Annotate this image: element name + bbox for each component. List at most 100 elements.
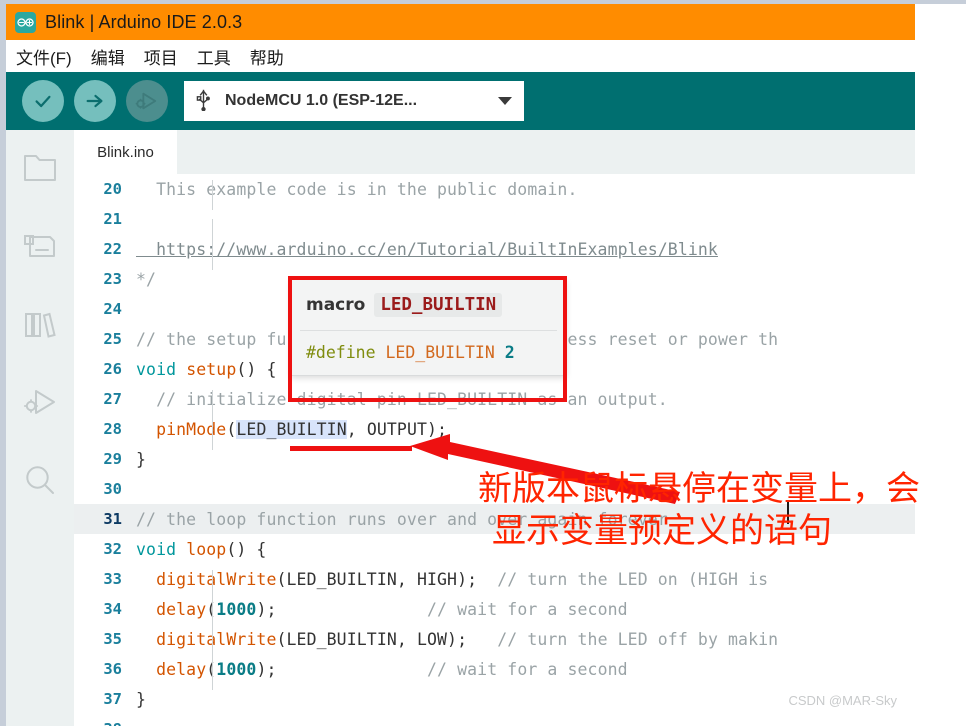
sidebar-item-sketchbook[interactable] [18,146,62,190]
sidebar-item-search[interactable] [18,458,62,502]
menu-help[interactable]: 帮助 [250,44,284,69]
code-token: https://www.arduino.cc/en/Tutorial/Built… [136,239,718,259]
code-line[interactable]: 22 https://www.arduino.cc/en/Tutorial/Bu… [74,234,915,270]
code-line[interactable]: 20 This example code is in the public do… [74,174,915,210]
board-manager-icon [23,232,57,260]
editor-tab-bar: Blink.ino [74,130,915,174]
code-token: delay [156,599,207,619]
code-line[interactable]: 34 delay(1000); // wait for a second [74,594,915,630]
code-line[interactable]: 28 pinMode(LED_BUILTIN, OUTPUT); [74,414,915,450]
tooltip-space-1 [376,343,386,362]
code-token: () { [236,359,277,379]
code-token: delay [156,659,207,679]
tab-blink-ino[interactable]: Blink.ino [74,130,177,174]
menu-tools[interactable]: 工具 [197,44,231,69]
code-line[interactable]: 33 digitalWrite(LED_BUILTIN, HIGH); // t… [74,564,915,600]
activity-bar [6,130,74,726]
line-number: 23 [103,270,122,288]
code-token: void [136,359,177,379]
code-line[interactable]: 27 // initialize digital pin LED_BUILTIN… [74,384,915,420]
arduino-infinity-logo-icon [15,11,36,33]
menu-file[interactable]: 文件(F) [16,44,72,69]
debug-button[interactable] [126,80,168,122]
text-cursor [787,500,789,524]
watermark: CSDN @MAR-Sky [788,693,897,708]
line-number: 36 [103,660,122,678]
chevron-down-icon[interactable] [498,97,512,105]
code-token: ); [256,659,428,679]
code-line[interactable]: 36 delay(1000); // wait for a second [74,654,915,690]
hover-tooltip-popup: macro LED_BUILTIN #define LED_BUILTIN 2 [291,279,566,376]
line-number: 21 [103,210,122,228]
line-number: 24 [103,300,122,318]
code-line-text: delay(1000); // wait for a second [136,599,915,630]
line-number: 20 [103,180,122,198]
window-left-border [0,0,6,726]
sidebar-item-debug[interactable] [18,380,62,424]
code-line-text: // the loop function runs over and over … [136,510,915,529]
code-line-text: pinMode(LED_BUILTIN, OUTPUT); [136,419,915,450]
usb-icon [196,87,211,116]
menu-bar: 文件(F) 编辑 项目 工具 帮助 [6,40,915,72]
menu-sketch[interactable]: 项目 [144,44,178,69]
code-token: () { [226,539,267,559]
desktop-background-right [915,0,966,726]
line-number: 27 [103,390,122,408]
code-line[interactable]: 32 void loop() { [74,534,915,564]
code-token: } [136,689,147,709]
upload-button[interactable] [74,80,116,122]
code-token: ); [256,599,428,619]
arduino-ide-window: Blink | Arduino IDE 2.0.3 文件(F) 编辑 项目 工具… [0,0,920,726]
code-editor[interactable]: 20 This example code is in the public do… [74,174,915,726]
tooltip-header: macro LED_BUILTIN [292,280,565,330]
code-line-text: // initialize digital pin LED_BUILTIN as… [136,389,915,420]
code-token: loop [186,539,227,559]
code-token: digitalWrite [156,569,277,589]
code-line-text: https://www.arduino.cc/en/Tutorial/Built… [136,239,915,270]
tooltip-symbol-name: LED_BUILTIN [374,293,503,317]
code-token: // the loop function runs over and over … [136,509,668,529]
code-line[interactable]: 38 [74,714,915,726]
line-number: 35 [103,630,122,648]
toolbar: NodeMCU 1.0 (ESP-12E... [6,72,915,130]
line-number: 34 [103,600,122,618]
code-line[interactable]: 29} [74,444,915,474]
code-token: */ [136,269,157,289]
code-token: setup [186,359,237,379]
verify-button[interactable] [22,80,64,122]
code-token: (LED_BUILTIN, LOW); [276,629,498,649]
code-line-text: digitalWrite(LED_BUILTIN, LOW); // turn … [136,629,915,660]
code-token: // initialize digital pin LED_BUILTIN as… [136,389,668,409]
code-line-text: } [136,450,915,469]
code-token: LED_BUILTIN [236,419,347,439]
code-token: // turn the LED on (HIGH is [497,569,779,589]
tooltip-space-2 [495,343,505,362]
code-line[interactable]: 35 digitalWrite(LED_BUILTIN, LOW); // tu… [74,624,915,660]
selected-board-label: NodeMCU 1.0 (ESP-12E... [225,92,418,109]
code-token: // wait for a second [427,599,628,619]
code-token: pinMode [156,419,227,439]
window-title: Blink | Arduino IDE 2.0.3 [45,11,243,32]
checkmark-icon [32,90,54,112]
line-number: 29 [103,450,122,468]
sidebar-item-board-manager[interactable] [18,224,62,268]
tooltip-symbol-kind: macro [306,295,366,315]
code-line[interactable]: 21 [74,204,915,249]
board-selector-dropdown[interactable]: NodeMCU 1.0 (ESP-12E... [184,81,524,121]
tooltip-definition: #define LED_BUILTIN 2 [292,331,565,375]
search-icon [24,464,56,496]
sidebar-item-library-manager[interactable] [18,302,62,346]
line-number: 33 [103,570,122,588]
line-number: 31 [103,510,122,528]
menu-edit[interactable]: 编辑 [91,44,125,69]
line-number: 32 [103,540,122,558]
arrow-right-icon [84,90,106,112]
tooltip-define-name: LED_BUILTIN [385,343,495,362]
code-token: 1000 [216,599,257,619]
